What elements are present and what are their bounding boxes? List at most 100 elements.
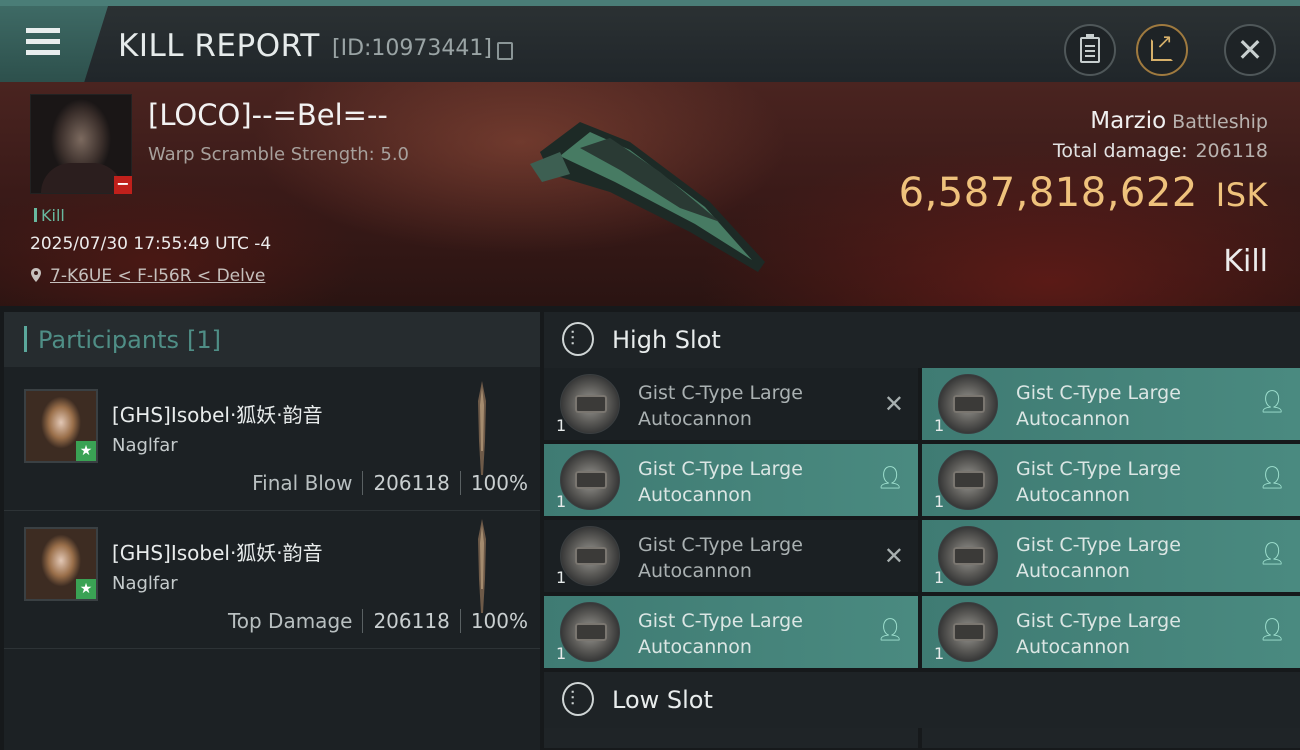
autocannon-icon <box>560 450 620 510</box>
dropped-person-icon: 👤︎ <box>876 618 904 643</box>
module-item[interactable]: 1 Gist C-Type Large Autocannon 👤︎ <box>922 520 1300 592</box>
location-pin-icon <box>31 268 41 282</box>
participant-ship-image <box>478 519 486 613</box>
location-link[interactable]: 7-K6UE < F-I56R < Delve <box>50 266 265 286</box>
copy-icon[interactable] <box>497 42 513 60</box>
kill-datetime: 2025/07/30 17:55:49 UTC -4 <box>30 234 272 254</box>
high-slot-header: High Slot <box>544 312 1300 368</box>
destroyed-x-icon: ✕ <box>883 390 904 418</box>
low-slot-item[interactable] <box>922 728 1300 748</box>
low-slot-item[interactable] <box>544 728 918 748</box>
stat-damage: 206118 <box>373 609 450 633</box>
item-quantity: 1 <box>934 416 945 435</box>
dropped-person-icon: 👤︎ <box>1258 390 1286 415</box>
module-item[interactable]: 1 Gist C-Type Large Autocannon ✕ <box>544 368 918 440</box>
victim-subtitle: Warp Scramble Strength: 5.0 <box>148 144 410 165</box>
item-name-line1: Gist C-Type Large <box>638 610 803 632</box>
dropped-person-icon: 👤︎ <box>1258 542 1286 567</box>
item-name-line2: Autocannon <box>1016 636 1130 658</box>
item-quantity: 1 <box>556 644 567 663</box>
item-quantity: 1 <box>556 416 567 435</box>
low-slot-grid <box>544 728 1300 748</box>
victim-name[interactable]: [LOCO]--=Bel=-- <box>148 98 388 132</box>
isk-value: 6,587,818,622 ISK <box>899 170 1268 216</box>
module-item[interactable]: 1 Gist C-Type Large Autocannon ✕ <box>544 520 918 592</box>
kill-tag: Kill <box>34 206 65 225</box>
ship-name: Marzio <box>1090 108 1167 134</box>
dropped-person-icon: 👤︎ <box>876 466 904 491</box>
item-name: Gist C-Type Large Autocannon <box>638 532 858 584</box>
participant-stats: Final Blow 206118 100% <box>252 471 528 495</box>
result-label: Kill <box>1223 244 1268 279</box>
item-name-line2: Autocannon <box>1016 408 1130 430</box>
low-slot-title: Low Slot <box>612 686 713 714</box>
share-icon <box>1151 29 1173 61</box>
autocannon-icon <box>938 374 998 434</box>
kill-location[interactable]: 7-K6UE < F-I56R < Delve <box>30 266 265 286</box>
autocannon-icon <box>938 526 998 586</box>
item-name-line2: Autocannon <box>1016 560 1130 582</box>
module-item[interactable]: 1 Gist C-Type Large Autocannon 👤︎ <box>922 596 1300 668</box>
low-slot-icon <box>562 682 594 716</box>
item-name-line2: Autocannon <box>1016 484 1130 506</box>
autocannon-icon <box>560 526 620 586</box>
item-name: Gist C-Type Large Autocannon <box>1016 608 1236 660</box>
module-item[interactable]: 1 Gist C-Type Large Autocannon 👤︎ <box>544 444 918 516</box>
stat-damage: 206118 <box>373 471 450 495</box>
victim-ship[interactable]: Marzio Battleship <box>1090 108 1268 134</box>
page-title: KILL REPORT <box>118 28 320 64</box>
participant-stats: Top Damage 206118 100% <box>228 609 528 633</box>
participants-count: [1] <box>186 326 221 354</box>
stat-label: Top Damage <box>227 609 353 633</box>
autocannon-icon <box>938 602 998 662</box>
item-name-line1: Gist C-Type Large <box>638 382 803 404</box>
item-name-line2: Autocannon <box>638 636 752 658</box>
item-name: Gist C-Type Large Autocannon <box>1016 532 1236 584</box>
item-name: Gist C-Type Large Autocannon <box>638 380 858 432</box>
module-item[interactable]: 1 Gist C-Type Large Autocannon 👤︎ <box>544 596 918 668</box>
autocannon-icon <box>560 374 620 434</box>
star-icon: ★ <box>76 441 96 461</box>
item-quantity: 1 <box>556 568 567 587</box>
participant-row[interactable]: ★ [GHS]Isobel·狐妖·韵音 Naglfar Final Blow 2… <box>4 373 540 511</box>
close-button[interactable]: ✕ <box>1224 24 1276 76</box>
ship-class: Battleship <box>1172 111 1268 133</box>
stat-percent: 100% <box>470 609 528 633</box>
kill-id: [ID:10973441] <box>332 36 492 61</box>
clipboard-button[interactable] <box>1064 24 1116 76</box>
item-name: Gist C-Type Large Autocannon <box>638 608 858 660</box>
fitting-panel: High Slot 1Gist C-Type LargeAutocannon✕1… <box>544 312 1300 750</box>
participants-title: Participants <box>38 326 179 354</box>
participant-name: [GHS]Isobel·狐妖·韵音 <box>112 403 323 427</box>
divider <box>459 471 461 495</box>
item-name-line1: Gist C-Type Large <box>638 534 803 556</box>
item-quantity: 1 <box>934 492 945 511</box>
item-quantity: 1 <box>556 492 567 511</box>
menu-button[interactable] <box>0 6 108 82</box>
participant-row[interactable]: ★ [GHS]Isobel·狐妖·韵音 Naglfar Top Damage 2… <box>4 511 540 649</box>
module-item[interactable]: 1 Gist C-Type Large Autocannon 👤︎ <box>922 368 1300 440</box>
divider <box>362 471 364 495</box>
hostile-badge-icon: − <box>114 176 132 194</box>
autocannon-icon <box>560 602 620 662</box>
stat-percent: 100% <box>470 471 528 495</box>
item-name-line2: Autocannon <box>638 408 752 430</box>
item-name-line2: Autocannon <box>638 560 752 582</box>
share-button[interactable] <box>1136 24 1188 76</box>
total-damage-label: Total damage: <box>1053 140 1188 162</box>
item-name-line1: Gist C-Type Large <box>1016 534 1181 556</box>
participant-ship-image <box>478 381 486 475</box>
item-quantity: 1 <box>934 568 945 587</box>
divider <box>362 609 364 633</box>
item-quantity: 1 <box>934 644 945 663</box>
total-damage: Total damage: 206118 <box>1053 140 1268 162</box>
high-slot-grid: 1 Gist C-Type Large Autocannon ✕ 1 Gist C-Typ… <box>544 368 1300 672</box>
item-name: Gist C-Type Large Autocannon <box>1016 380 1236 432</box>
module-item[interactable]: 1 Gist C-Type Large Autocannon 👤︎ <box>922 444 1300 516</box>
total-damage-value: 206118 <box>1195 140 1268 162</box>
isk-amount: 6,587,818,622 <box>898 170 1198 216</box>
low-slot-header: Low Slot <box>544 672 1300 728</box>
participant-ship: Naglfar <box>112 573 178 594</box>
item-name: Gist C-Type Large Autocannon <box>1016 456 1236 508</box>
dropped-person-icon: 👤︎ <box>1258 618 1286 643</box>
